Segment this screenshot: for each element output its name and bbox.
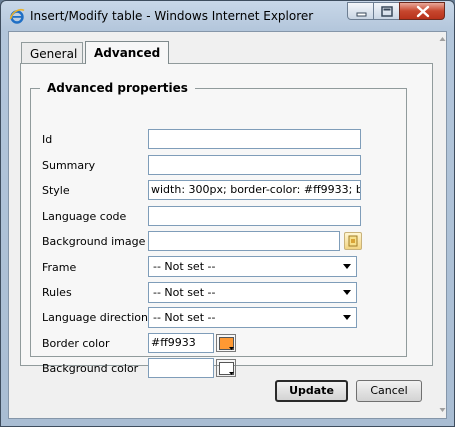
language-direction-label: Language direction	[42, 311, 148, 324]
minimize-icon	[356, 12, 367, 17]
language-code-input[interactable]	[148, 206, 361, 226]
browse-image-button[interactable]	[344, 232, 362, 250]
id-label: Id	[42, 133, 53, 146]
window-title: Insert/Modify table - Windows Internet E…	[30, 9, 314, 23]
close-icon	[416, 5, 430, 18]
id-input[interactable]	[148, 129, 361, 149]
rules-select-value: -- Not set --	[153, 286, 216, 299]
language-direction-select-value: -- Not set --	[153, 311, 216, 324]
advanced-tab-panel: Advanced properties Id Summary Style wid…	[20, 63, 433, 378]
tab-general[interactable]: General	[21, 42, 83, 63]
scroll-up-icon	[439, 37, 446, 41]
language-code-label: Language code	[42, 210, 127, 223]
border-color-input[interactable]: #ff9933	[148, 333, 214, 353]
dialog-window: Insert/Modify table - Windows Internet E…	[0, 0, 455, 427]
summary-input[interactable]	[148, 155, 361, 175]
background-color-input[interactable]	[148, 358, 214, 378]
style-input[interactable]: width: 300px; border-color: #ff9933; b	[148, 180, 361, 200]
background-image-input[interactable]	[148, 231, 340, 251]
minimize-button[interactable]	[347, 2, 374, 20]
cancel-button[interactable]: Cancel	[356, 380, 422, 402]
title-bar[interactable]: Insert/Modify table - Windows Internet E…	[1, 1, 454, 31]
frame-label: Frame	[42, 261, 77, 274]
border-color-picker[interactable]	[216, 334, 236, 352]
tab-advanced[interactable]: Advanced	[85, 41, 169, 64]
frame-select[interactable]: -- Not set --	[148, 256, 357, 277]
fieldset-legend: Advanced properties	[40, 81, 195, 95]
chevron-down-icon	[229, 372, 234, 375]
rules-label: Rules	[42, 286, 72, 299]
background-color-label: Background color	[42, 362, 139, 375]
scroll-down-icon	[439, 408, 446, 412]
close-button[interactable]	[399, 2, 445, 20]
chevron-down-icon	[343, 290, 351, 295]
chevron-down-icon	[343, 315, 351, 320]
language-direction-select[interactable]: -- Not set --	[148, 307, 357, 328]
vertical-scrollbar[interactable]	[438, 32, 446, 418]
maximize-icon	[381, 6, 393, 17]
chevron-down-icon	[343, 264, 351, 269]
frame-select-value: -- Not set --	[153, 260, 216, 273]
summary-label: Summary	[42, 159, 96, 172]
update-button[interactable]: Update	[275, 380, 348, 402]
internet-explorer-icon	[9, 8, 25, 24]
chevron-down-icon	[229, 347, 234, 350]
border-color-label: Border color	[42, 337, 110, 350]
dialog-client-area: Advanced properties Id Summary Style wid…	[8, 31, 447, 419]
browse-folder-icon	[348, 235, 358, 247]
background-color-picker[interactable]	[216, 359, 236, 377]
maximize-button[interactable]	[373, 2, 400, 20]
style-label: Style	[42, 184, 70, 197]
background-image-label: Background image	[42, 235, 146, 248]
rules-select[interactable]: -- Not set --	[148, 282, 357, 303]
